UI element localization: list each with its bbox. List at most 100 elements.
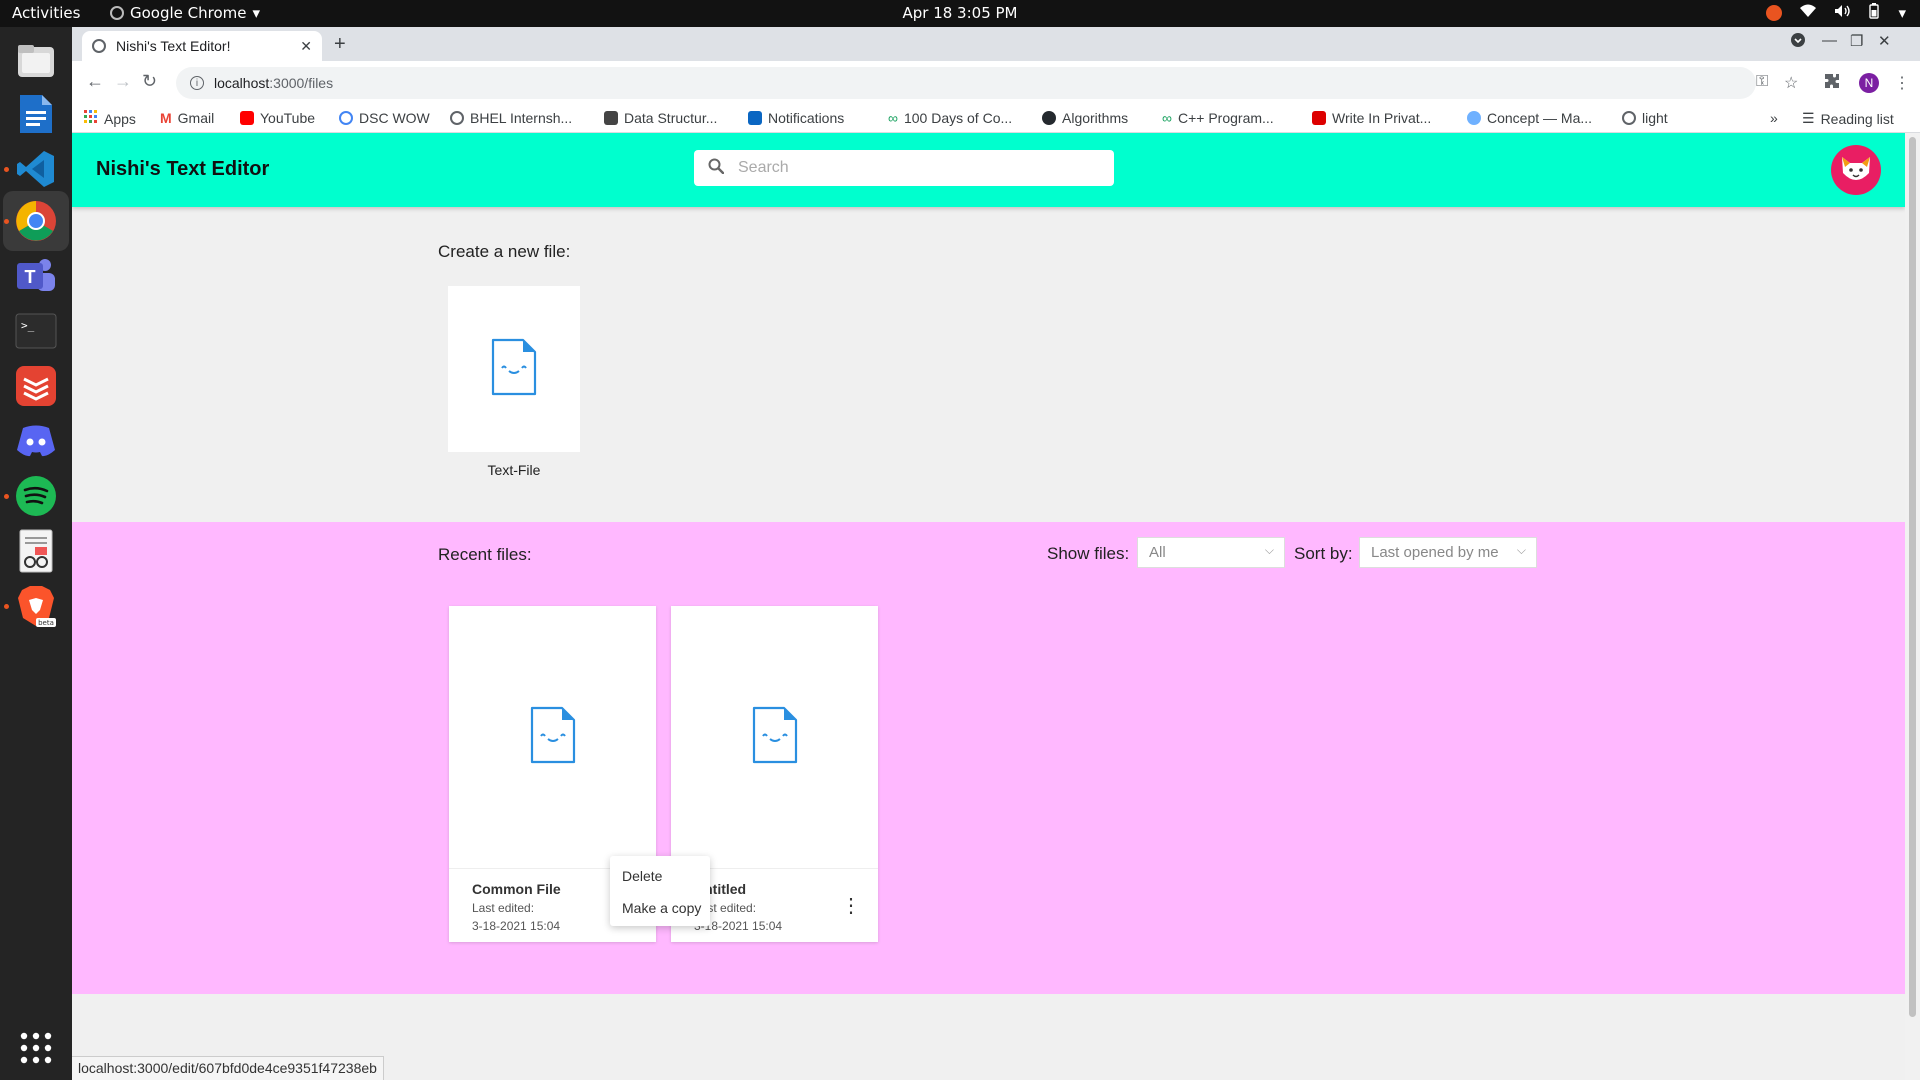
browser-toolbar: ← → ↻ i localhost :3000/files ⚿ ☆ N ⋮ bbox=[72, 61, 1920, 105]
reload-button[interactable]: ↻ bbox=[142, 71, 157, 92]
spotify-app-icon[interactable] bbox=[12, 472, 60, 520]
bookmark-write-in-private[interactable]: Write In Privat... bbox=[1312, 110, 1431, 126]
file-icon bbox=[530, 706, 576, 769]
file-name[interactable]: Common File bbox=[472, 881, 561, 897]
bookmark-youtube[interactable]: YouTube bbox=[240, 110, 315, 126]
file-thumbnail[interactable] bbox=[449, 606, 656, 869]
url-host: localhost bbox=[214, 75, 270, 91]
address-bar[interactable]: i localhost :3000/files bbox=[176, 67, 1756, 99]
minimize-button[interactable]: — bbox=[1822, 32, 1837, 49]
volume-icon[interactable] bbox=[1834, 4, 1851, 22]
todoist-app-icon[interactable] bbox=[12, 362, 60, 410]
file-last-edited-date: 3-18-2021 15:04 bbox=[472, 919, 561, 933]
bookmark-dsc-wow[interactable]: DSC WOW bbox=[339, 110, 430, 126]
concept-icon bbox=[1467, 111, 1481, 125]
more-options-icon[interactable]: ⋮ bbox=[841, 894, 861, 918]
bookmark-label: Gmail bbox=[177, 110, 215, 126]
bookmark-label: 100 Days of Co... bbox=[903, 110, 1013, 126]
tab-active[interactable]: Nishi's Text Editor! ✕ bbox=[82, 31, 322, 61]
app-menu-label: Google Chrome bbox=[130, 4, 247, 22]
menu-item-make-copy[interactable]: Make a copy bbox=[622, 900, 701, 916]
key-icon[interactable]: ⚿ bbox=[1756, 73, 1768, 91]
forward-button[interactable]: → bbox=[114, 71, 132, 92]
bookmark-concept[interactable]: Concept — Ma... bbox=[1467, 110, 1592, 126]
bookmark-light[interactable]: light bbox=[1622, 110, 1668, 126]
back-button[interactable]: ← bbox=[86, 71, 104, 92]
browser-window: Nishi's Text Editor! ✕ + — ❐ ✕ ← → ↻ i l… bbox=[72, 27, 1920, 1080]
bookmark-bhel[interactable]: BHEL Internsh... bbox=[450, 110, 572, 126]
new-text-file-label[interactable]: Text-File bbox=[448, 462, 580, 478]
more-bookmarks-button[interactable]: » bbox=[1770, 110, 1778, 126]
apps-grid-icon bbox=[84, 110, 98, 127]
search-bar[interactable] bbox=[694, 150, 1114, 186]
recent-files-section: Recent files: Show files: All ⌵ Sort by:… bbox=[72, 522, 1905, 994]
search-input[interactable] bbox=[738, 159, 1098, 177]
search-icon bbox=[708, 158, 725, 179]
bookmark-data-structures[interactable]: Data Structur... bbox=[604, 110, 717, 126]
bookmark-label: Algorithms bbox=[1062, 110, 1129, 126]
restore-button[interactable]: ❐ bbox=[1850, 32, 1863, 50]
show-files-select[interactable]: All ⌵ bbox=[1137, 537, 1285, 568]
discord-app-icon[interactable] bbox=[12, 417, 60, 465]
brave-app-icon[interactable]: beta bbox=[12, 582, 60, 630]
reading-list-button[interactable]: ☰ Reading list bbox=[1802, 110, 1894, 127]
bookmark-gmail[interactable]: M Gmail bbox=[160, 110, 214, 126]
sort-by-select[interactable]: Last opened by me ⌵ bbox=[1359, 537, 1537, 568]
bookmark-algorithms[interactable]: Algorithms bbox=[1042, 110, 1128, 126]
bookmark-label: Write In Privat... bbox=[1332, 110, 1432, 126]
file-thumbnail[interactable] bbox=[671, 606, 878, 869]
update-icon[interactable] bbox=[1766, 5, 1783, 21]
wifi-icon[interactable] bbox=[1800, 4, 1817, 22]
battery-icon[interactable] bbox=[1868, 3, 1880, 23]
chrome-app-icon[interactable] bbox=[12, 197, 60, 245]
window-close-button[interactable]: ✕ bbox=[1878, 32, 1891, 50]
bookmark-cpp[interactable]: ∞ C++ Program... bbox=[1162, 110, 1274, 126]
extensions-icon[interactable] bbox=[1824, 73, 1840, 94]
document-viewer-icon[interactable] bbox=[12, 527, 60, 575]
activities-button[interactable]: Activities bbox=[12, 4, 80, 22]
scrollbar-thumb[interactable] bbox=[1909, 137, 1916, 1017]
bookmarks-bar: Apps M Gmail YouTube DSC WOW BHEL Intern… bbox=[72, 105, 1920, 133]
file-icon bbox=[491, 338, 537, 401]
system-tray[interactable]: ▾ bbox=[1766, 3, 1906, 23]
bookmark-label: Notifications bbox=[768, 110, 845, 126]
youtube-icon bbox=[240, 111, 254, 125]
tab-title: Nishi's Text Editor! bbox=[116, 38, 231, 54]
linkedin-icon bbox=[748, 111, 762, 125]
profile-avatar[interactable]: N bbox=[1859, 73, 1879, 93]
new-tab-button[interactable]: + bbox=[334, 33, 346, 56]
running-indicator bbox=[4, 604, 9, 609]
clock[interactable]: Apr 18 3:05 PM bbox=[0, 4, 1920, 22]
close-icon[interactable]: ✕ bbox=[300, 38, 312, 55]
app-title[interactable]: Nishi's Text Editor bbox=[96, 158, 269, 181]
app-menu[interactable]: Google Chrome ▾ bbox=[110, 4, 260, 22]
bookmark-label: C++ Program... bbox=[1177, 110, 1274, 126]
libreoffice-writer-icon[interactable] bbox=[12, 90, 60, 138]
bookmark-apps[interactable]: Apps bbox=[84, 110, 136, 127]
page-scrollbar[interactable] bbox=[1905, 133, 1920, 1080]
bookmark-star-icon[interactable]: ☆ bbox=[1784, 73, 1798, 93]
menu-item-delete[interactable]: Delete bbox=[622, 868, 662, 884]
dock: T >_ beta bbox=[0, 27, 72, 1080]
terminal-app-icon[interactable]: >_ bbox=[12, 307, 60, 355]
chrome-icon bbox=[110, 6, 124, 20]
bookmark-label: Apps bbox=[104, 110, 136, 127]
files-app-icon[interactable] bbox=[12, 37, 60, 85]
running-indicator bbox=[4, 494, 9, 499]
file-last-edited-label: Last edited: bbox=[472, 901, 535, 915]
tab-search-icon[interactable] bbox=[1790, 32, 1806, 52]
bookmark-label: Data Structur... bbox=[624, 110, 718, 126]
bookmark-100-days[interactable]: ∞ 100 Days of Co... bbox=[888, 110, 1012, 126]
svg-text:>_: >_ bbox=[21, 319, 35, 332]
globe-icon bbox=[92, 39, 106, 53]
app-header: Nishi's Text Editor bbox=[72, 133, 1905, 207]
site-info-icon[interactable]: i bbox=[190, 76, 204, 90]
bookmark-notifications[interactable]: Notifications bbox=[748, 110, 844, 126]
show-applications-icon[interactable] bbox=[12, 1024, 60, 1072]
teams-app-icon[interactable]: T bbox=[12, 252, 60, 300]
power-menu-chevron-icon[interactable]: ▾ bbox=[1898, 4, 1906, 22]
vscode-icon[interactable] bbox=[12, 145, 60, 193]
browser-menu-icon[interactable]: ⋮ bbox=[1894, 73, 1910, 93]
user-avatar[interactable] bbox=[1831, 145, 1881, 195]
new-text-file-card[interactable] bbox=[448, 286, 580, 452]
